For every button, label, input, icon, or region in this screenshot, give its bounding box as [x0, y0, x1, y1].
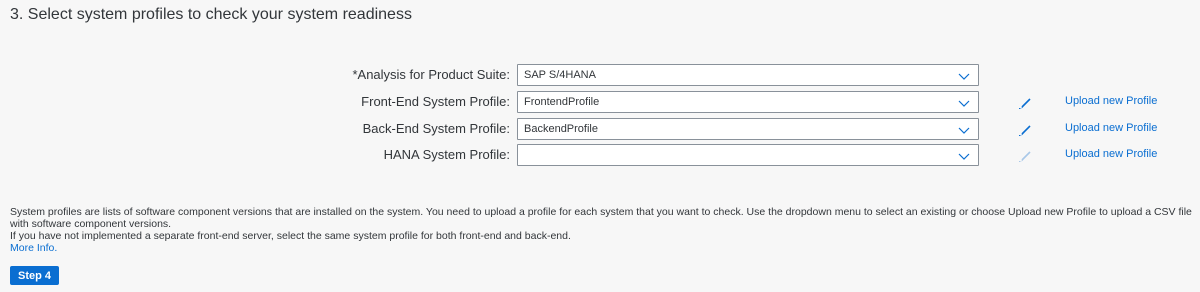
product-suite-select[interactable]: SAP S/4HANA [517, 64, 979, 86]
backend-edit-pencil-icon[interactable] [1018, 123, 1032, 137]
frontend-profile-label: Front-End System Profile: [361, 94, 510, 109]
backend-profile-select[interactable]: BackendProfile [517, 118, 979, 140]
chevron-down-icon [958, 73, 970, 80]
chevron-down-icon [958, 153, 970, 160]
frontend-profile-value: FrontendProfile [524, 96, 600, 108]
hana-upload-link[interactable]: Upload new Profile [1065, 148, 1157, 160]
frontend-upload-link[interactable]: Upload new Profile [1065, 95, 1157, 107]
backend-profile-label: Back-End System Profile: [362, 121, 510, 136]
more-info-link[interactable]: More Info. [10, 242, 57, 254]
product-suite-label: *Analysis for Product Suite: [352, 67, 510, 82]
hana-profile-select[interactable] [517, 144, 979, 166]
frontend-edit-pencil-icon[interactable] [1018, 96, 1032, 110]
page: 3. Select system profiles to check your … [0, 0, 1200, 292]
chevron-down-icon [958, 100, 970, 107]
product-suite-value: SAP S/4HANA [524, 69, 596, 81]
page-title: 3. Select system profiles to check your … [10, 6, 412, 23]
backend-upload-link[interactable]: Upload new Profile [1065, 122, 1157, 134]
backend-profile-value: BackendProfile [524, 123, 598, 135]
hana-profile-row: HANA System Profile: Upload new Profile [0, 144, 1200, 166]
hana-profile-label: HANA System Profile: [383, 147, 510, 162]
info-text-block: System profiles are lists of software co… [10, 206, 1195, 254]
hana-edit-pencil-icon [1019, 151, 1031, 162]
step-4-button[interactable]: Step 4 [10, 266, 59, 285]
info-paragraph-profiles: System profiles are lists of software co… [10, 206, 1192, 230]
product-suite-row: *Analysis for Product Suite: SAP S/4HANA [0, 64, 1200, 86]
info-paragraph-frontend: If you have not implemented a separate f… [10, 230, 571, 242]
backend-profile-row: Back-End System Profile: BackendProfile … [0, 118, 1200, 140]
frontend-profile-row: Front-End System Profile: FrontendProfil… [0, 91, 1200, 113]
frontend-profile-select[interactable]: FrontendProfile [517, 91, 979, 113]
chevron-down-icon [958, 127, 970, 134]
